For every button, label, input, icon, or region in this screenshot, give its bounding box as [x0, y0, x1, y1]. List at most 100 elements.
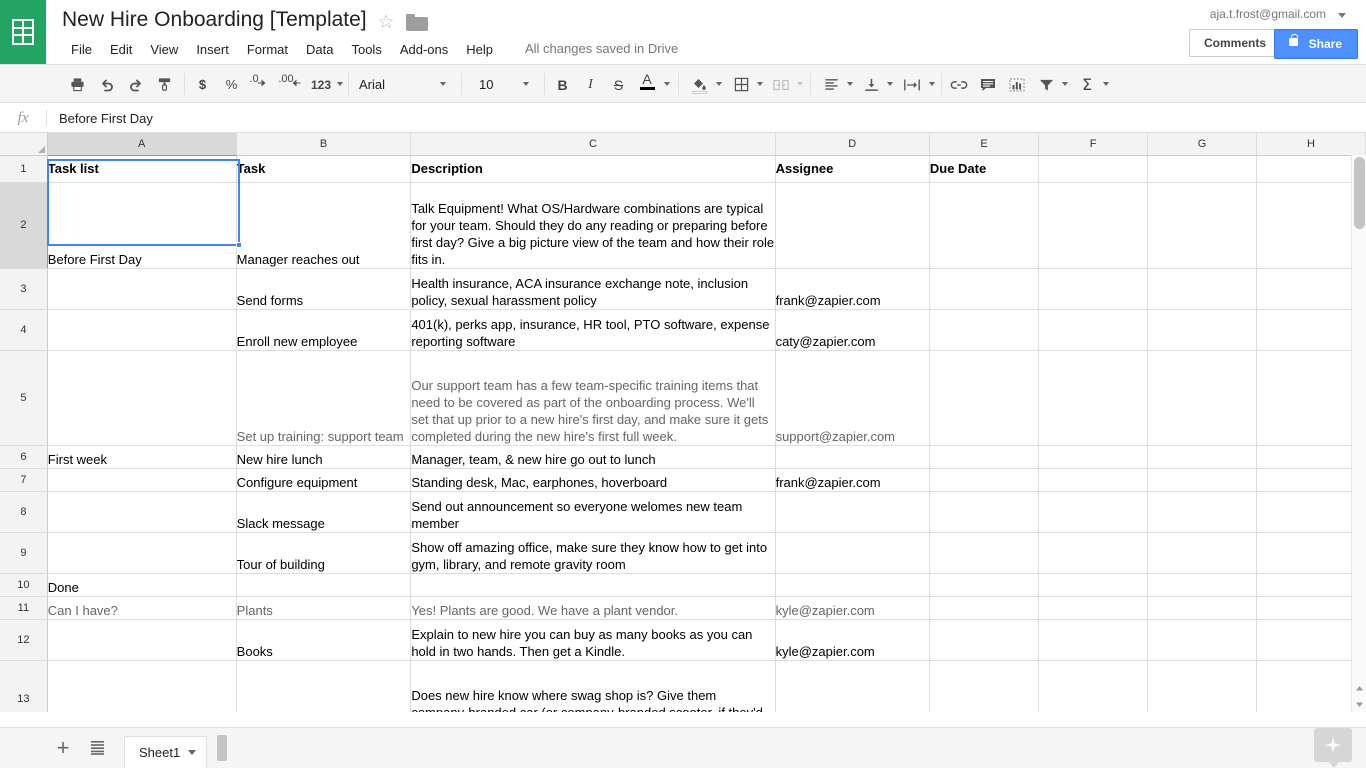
bold-button[interactable]: B: [550, 72, 575, 97]
row-header-11[interactable]: 11: [0, 596, 47, 619]
cell-H6[interactable]: [1257, 445, 1366, 468]
account-email[interactable]: aja.t.frost@gmail.com: [1210, 7, 1326, 21]
font-family-select[interactable]: Arial: [354, 72, 454, 97]
cell-G7[interactable]: [1148, 468, 1257, 491]
more-formats-chevron-down-icon[interactable]: [337, 82, 343, 86]
insert-chart-icon[interactable]: [1004, 72, 1030, 97]
sheet-tab-chevron-down-icon[interactable]: [188, 750, 196, 755]
vertical-align-icon[interactable]: [858, 72, 884, 97]
cell-C8[interactable]: Send out announcement so everyone welome…: [411, 491, 775, 532]
account-chevron-down-icon[interactable]: [1338, 13, 1346, 18]
cell-G4[interactable]: [1148, 309, 1257, 350]
cell-E5[interactable]: [929, 350, 1038, 445]
cell-A13[interactable]: [47, 660, 236, 712]
cell-H10[interactable]: [1257, 573, 1366, 596]
cell-D1[interactable]: Assignee: [775, 155, 929, 182]
cell-G3[interactable]: [1148, 268, 1257, 309]
cell-A8[interactable]: [47, 491, 236, 532]
cell-F3[interactable]: [1039, 268, 1148, 309]
menu-item-help[interactable]: Help: [457, 38, 502, 61]
cell-D8[interactable]: [775, 491, 929, 532]
cell-F6[interactable]: [1039, 445, 1148, 468]
cell-D7[interactable]: frank@zapier.com: [775, 468, 929, 491]
cell-E10[interactable]: [929, 573, 1038, 596]
column-header-d[interactable]: D: [775, 133, 929, 155]
cell-D13[interactable]: [775, 660, 929, 712]
all-sheets-icon[interactable]: [84, 735, 110, 761]
cell-D10[interactable]: [775, 573, 929, 596]
cell-C5[interactable]: Our support team has a few team-specific…: [411, 350, 775, 445]
cell-F1[interactable]: [1039, 155, 1148, 182]
menu-item-edit[interactable]: Edit: [101, 38, 141, 61]
row-header-9[interactable]: 9: [0, 532, 47, 573]
star-icon[interactable]: ☆: [376, 13, 396, 33]
cell-A9[interactable]: [47, 532, 236, 573]
row-header-7[interactable]: 7: [0, 468, 47, 491]
cell-B11[interactable]: Plants: [236, 596, 411, 619]
cell-D11[interactable]: kyle@zapier.com: [775, 596, 929, 619]
row-header-3[interactable]: 3: [0, 268, 47, 309]
row-header-10[interactable]: 10: [0, 573, 47, 596]
cell-G1[interactable]: [1148, 155, 1257, 182]
fill-color-icon[interactable]: [686, 72, 712, 97]
cell-D2[interactable]: [775, 182, 929, 268]
horizontal-align-chevron-down-icon[interactable]: [847, 82, 853, 86]
menu-item-file[interactable]: File: [62, 38, 101, 61]
menu-item-insert[interactable]: Insert: [187, 38, 238, 61]
cell-G2[interactable]: [1148, 182, 1257, 268]
select-all-corner[interactable]: [0, 133, 47, 155]
cell-E13[interactable]: [929, 660, 1038, 712]
cell-C10[interactable]: [411, 573, 775, 596]
more-formats-button[interactable]: 123: [308, 72, 334, 97]
cell-A7[interactable]: [47, 468, 236, 491]
cell-A5[interactable]: [47, 350, 236, 445]
cell-E3[interactable]: [929, 268, 1038, 309]
fill-color-chevron-down-icon[interactable]: [716, 82, 722, 86]
cell-F4[interactable]: [1039, 309, 1148, 350]
currency-format-button[interactable]: $: [190, 72, 215, 97]
strikethrough-button[interactable]: S: [606, 72, 631, 97]
scroll-down-button[interactable]: [1352, 697, 1366, 712]
cell-H1[interactable]: [1257, 155, 1366, 182]
cell-B1[interactable]: Task: [236, 155, 411, 182]
sheet-tab-scroll-thumb[interactable]: [217, 735, 227, 761]
cell-E6[interactable]: [929, 445, 1038, 468]
merge-cells-icon[interactable]: [768, 72, 794, 97]
column-header-e[interactable]: E: [929, 133, 1038, 155]
cell-A11[interactable]: Can I have?: [47, 596, 236, 619]
cell-H5[interactable]: [1257, 350, 1366, 445]
cell-H13[interactable]: [1257, 660, 1366, 712]
cell-B3[interactable]: Send forms: [236, 268, 411, 309]
borders-icon[interactable]: [728, 72, 754, 97]
cell-F10[interactable]: [1039, 573, 1148, 596]
cell-D12[interactable]: kyle@zapier.com: [775, 619, 929, 660]
cell-B4[interactable]: Enroll new employee: [236, 309, 411, 350]
cell-F9[interactable]: [1039, 532, 1148, 573]
increase-decimal-button[interactable]: .00: [276, 72, 306, 97]
cell-E7[interactable]: [929, 468, 1038, 491]
cell-F2[interactable]: [1039, 182, 1148, 268]
cell-F11[interactable]: [1039, 596, 1148, 619]
cell-H8[interactable]: [1257, 491, 1366, 532]
cell-H4[interactable]: [1257, 309, 1366, 350]
scroll-up-button[interactable]: [1352, 681, 1366, 696]
cell-A2[interactable]: Before First Day: [47, 182, 236, 268]
cell-E4[interactable]: [929, 309, 1038, 350]
cell-H12[interactable]: [1257, 619, 1366, 660]
row-header-13[interactable]: 13: [0, 660, 47, 712]
cell-C6[interactable]: Manager, team, & new hire go out to lunc…: [411, 445, 775, 468]
cell-D3[interactable]: frank@zapier.com: [775, 268, 929, 309]
undo-icon[interactable]: [93, 72, 120, 97]
formula-input[interactable]: [47, 104, 1366, 132]
functions-button[interactable]: Σ: [1074, 72, 1100, 97]
cell-H9[interactable]: [1257, 532, 1366, 573]
cell-B7[interactable]: Configure equipment: [236, 468, 411, 491]
column-header-f[interactable]: F: [1039, 133, 1148, 155]
cell-G8[interactable]: [1148, 491, 1257, 532]
row-header-12[interactable]: 12: [0, 619, 47, 660]
cell-G5[interactable]: [1148, 350, 1257, 445]
cell-D9[interactable]: [775, 532, 929, 573]
insert-comment-icon[interactable]: [975, 72, 1001, 97]
cell-B5[interactable]: Set up training: support team: [236, 350, 411, 445]
redo-icon[interactable]: [122, 72, 149, 97]
